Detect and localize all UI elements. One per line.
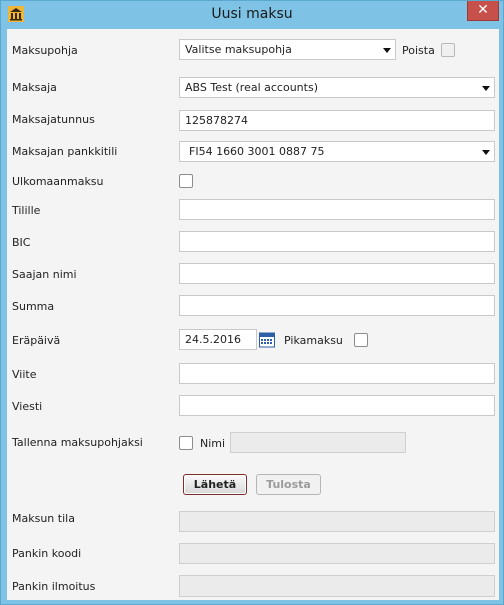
delete-template-label: Poista [402,44,435,57]
pankkitili-select[interactable]: FI54 1660 3001 0887 75 [179,141,495,162]
maksajatunnus-label: Maksajatunnus [12,113,95,126]
close-button[interactable]: ✕ [467,1,499,21]
payment-window: Uusi maksu ✕ Maksupohja Valitse maksupoh… [0,0,504,605]
viesti-label: Viesti [12,400,43,413]
maksupohja-label: Maksupohja [12,44,78,57]
maksaja-select[interactable]: ABS Test (real accounts) [179,77,495,98]
form-panel: Maksupohja Valitse maksupohja Poista Mak… [7,29,499,600]
viesti-input[interactable] [179,395,495,416]
erapaiva-label: Eräpäivä [12,334,61,347]
pankin-ilmoitus-field [179,575,495,597]
summa-label: Summa [12,300,55,313]
chevron-down-icon [482,150,490,155]
viite-label: Viite [12,368,37,381]
title-bar[interactable]: Uusi maksu ✕ [1,1,503,28]
tallenna-label: Tallenna maksupohjaksi [12,436,143,449]
maksupohja-value: Valitse maksupohja [185,43,292,56]
ulkomaanmaksu-label: Ulkomaanmaksu [12,175,104,188]
maksaja-value: ABS Test (real accounts) [185,81,318,94]
calendar-icon[interactable] [259,332,275,348]
maksaja-label: Maksaja [12,81,57,94]
send-button[interactable]: Lähetä [183,474,247,495]
viite-input[interactable] [179,363,495,384]
chevron-down-icon [482,86,490,91]
saajan-nimi-input[interactable] [179,263,495,284]
window-title: Uusi maksu [211,6,293,22]
print-button[interactable]: Tulosta [256,474,321,495]
ulkomaanmaksu-checkbox[interactable] [179,174,193,188]
template-name-label: Nimi [200,437,226,450]
maksun-tila-label: Maksun tila [12,512,75,525]
bic-label: BIC [12,236,31,249]
maksajatunnus-input[interactable]: 125878274 [179,110,495,131]
template-name-input[interactable] [230,432,406,453]
pankkitili-label: Maksajan pankkitili [12,145,118,158]
pankin-koodi-label: Pankin koodi [12,547,82,560]
pankin-ilmoitus-label: Pankin ilmoitus [12,580,96,593]
tilille-label: Tilille [12,204,41,217]
summa-input[interactable] [179,295,495,316]
pikamaksu-label: Pikamaksu [284,334,343,347]
saajan-nimi-label: Saajan nimi [12,268,77,281]
maksun-tila-field [179,511,495,532]
pankin-koodi-field [179,543,495,564]
bic-input[interactable] [179,231,495,252]
tilille-input[interactable] [179,199,495,220]
maksupohja-select[interactable]: Valitse maksupohja [179,39,396,60]
pankkitili-value: FI54 1660 3001 0887 75 [189,145,325,158]
delete-template-checkbox[interactable] [441,43,455,57]
chevron-down-icon [383,48,391,53]
pikamaksu-checkbox[interactable] [354,333,368,347]
erapaiva-input[interactable]: 24.5.2016 [179,329,257,350]
tallenna-checkbox[interactable] [179,436,193,450]
